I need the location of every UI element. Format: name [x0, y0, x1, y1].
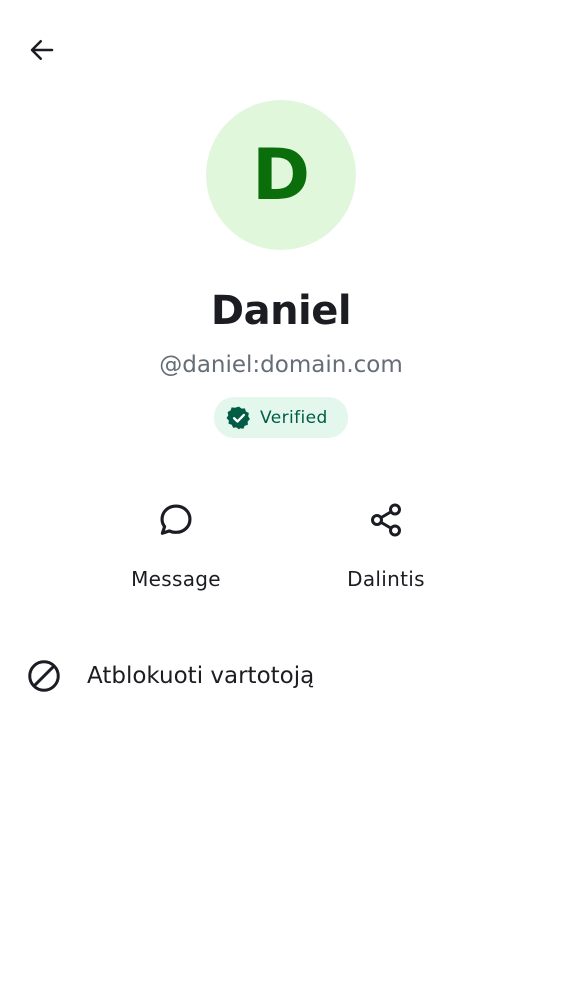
unblock-user-label: Atblokuoti vartotoją	[87, 663, 315, 689]
share-button[interactable]: Dalintis	[306, 492, 466, 602]
arrow-left-icon	[30, 40, 54, 60]
share-icon	[366, 500, 406, 540]
display-name: Daniel	[210, 288, 352, 334]
verified-label: Verified	[260, 407, 328, 428]
block-icon	[26, 658, 62, 694]
avatar: D	[206, 100, 356, 250]
verified-badge: Verified	[214, 397, 348, 438]
unblock-user-item[interactable]: Atblokuoti vartotoją	[0, 644, 562, 708]
user-id: @daniel:domain.com	[159, 352, 403, 378]
user-profile-screen: D Daniel @daniel:domain.com Verified Mes…	[0, 0, 562, 1000]
share-label: Dalintis	[347, 567, 425, 591]
chat-bubble-icon	[156, 500, 196, 540]
message-button[interactable]: Message	[96, 492, 256, 602]
verified-check-icon	[226, 405, 252, 431]
back-button[interactable]	[18, 26, 66, 74]
avatar-initial: D	[251, 134, 311, 216]
message-label: Message	[131, 567, 221, 591]
